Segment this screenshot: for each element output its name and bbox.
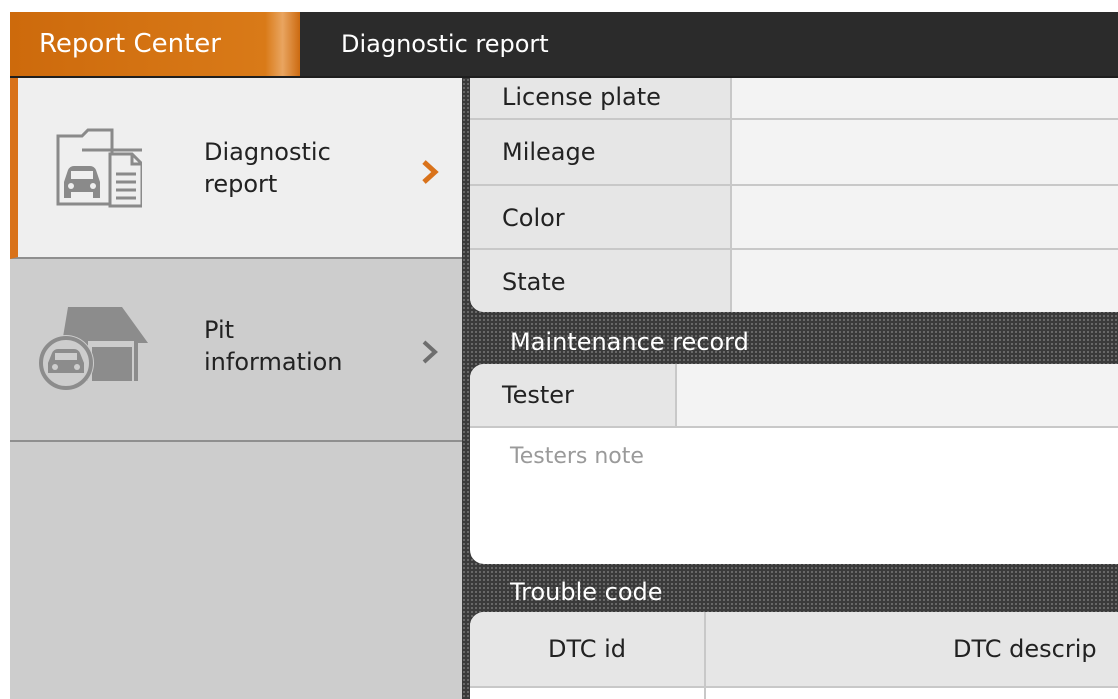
field-label: Color	[470, 186, 732, 248]
garage-car-icon	[36, 301, 148, 397]
sidebar-item-pit-information[interactable]: Pit information	[10, 259, 462, 442]
column-header-dtc-description: DTC descrip	[953, 635, 1097, 663]
testers-note-textarea[interactable]: Testers note	[510, 444, 644, 469]
sidebar-item-label: Pit information	[204, 314, 343, 378]
sidebar: Diagnostic report Pit information	[10, 78, 462, 699]
color-field[interactable]	[732, 186, 1118, 248]
sidebar-label-line: Diagnostic	[204, 138, 331, 166]
page-title: Diagnostic report	[341, 30, 549, 58]
mileage-field[interactable]	[732, 120, 1118, 184]
maintenance-record-heading: Maintenance record	[510, 328, 749, 356]
report-content[interactable]: License plate Mileage Color State Mainte…	[462, 78, 1118, 699]
tester-field[interactable]	[677, 364, 1118, 426]
table-header-row: DTC id DTC descrip	[470, 612, 1118, 688]
trouble-code-table: DTC id DTC descrip	[470, 612, 1118, 699]
sidebar-label-line: report	[204, 170, 278, 198]
trouble-code-heading: Trouble code	[510, 578, 663, 606]
car-report-folder-icon	[52, 126, 144, 212]
sidebar-item-diagnostic-report[interactable]: Diagnostic report	[10, 78, 462, 259]
info-row-state: State	[470, 250, 1118, 312]
tester-label: Tester	[470, 364, 677, 426]
table-row[interactable]	[470, 688, 1118, 699]
field-label: State	[470, 250, 732, 312]
field-label: Mileage	[470, 120, 732, 184]
license-plate-field[interactable]	[732, 78, 1118, 118]
sidebar-label-line: information	[204, 348, 343, 376]
info-row-mileage: Mileage	[470, 120, 1118, 186]
field-label: License plate	[470, 78, 732, 118]
info-row-color: Color	[470, 186, 1118, 250]
sidebar-item-label: Diagnostic report	[204, 136, 331, 200]
state-field[interactable]	[732, 250, 1118, 312]
vehicle-info-card: License plate Mileage Color State	[470, 78, 1118, 312]
column-header-dtc-id: DTC id	[470, 612, 706, 686]
report-center-tab[interactable]: Report Center	[10, 12, 300, 76]
info-row-license-plate: License plate	[470, 78, 1118, 120]
chevron-right-icon	[420, 339, 440, 364]
sidebar-label-line: Pit	[204, 316, 235, 344]
column-divider	[704, 688, 706, 699]
chevron-right-icon	[420, 159, 440, 184]
maintenance-card: Tester Testers note	[470, 364, 1118, 564]
tester-row: Tester	[470, 364, 1118, 428]
top-bar: Report Center Diagnostic report	[10, 12, 1118, 76]
